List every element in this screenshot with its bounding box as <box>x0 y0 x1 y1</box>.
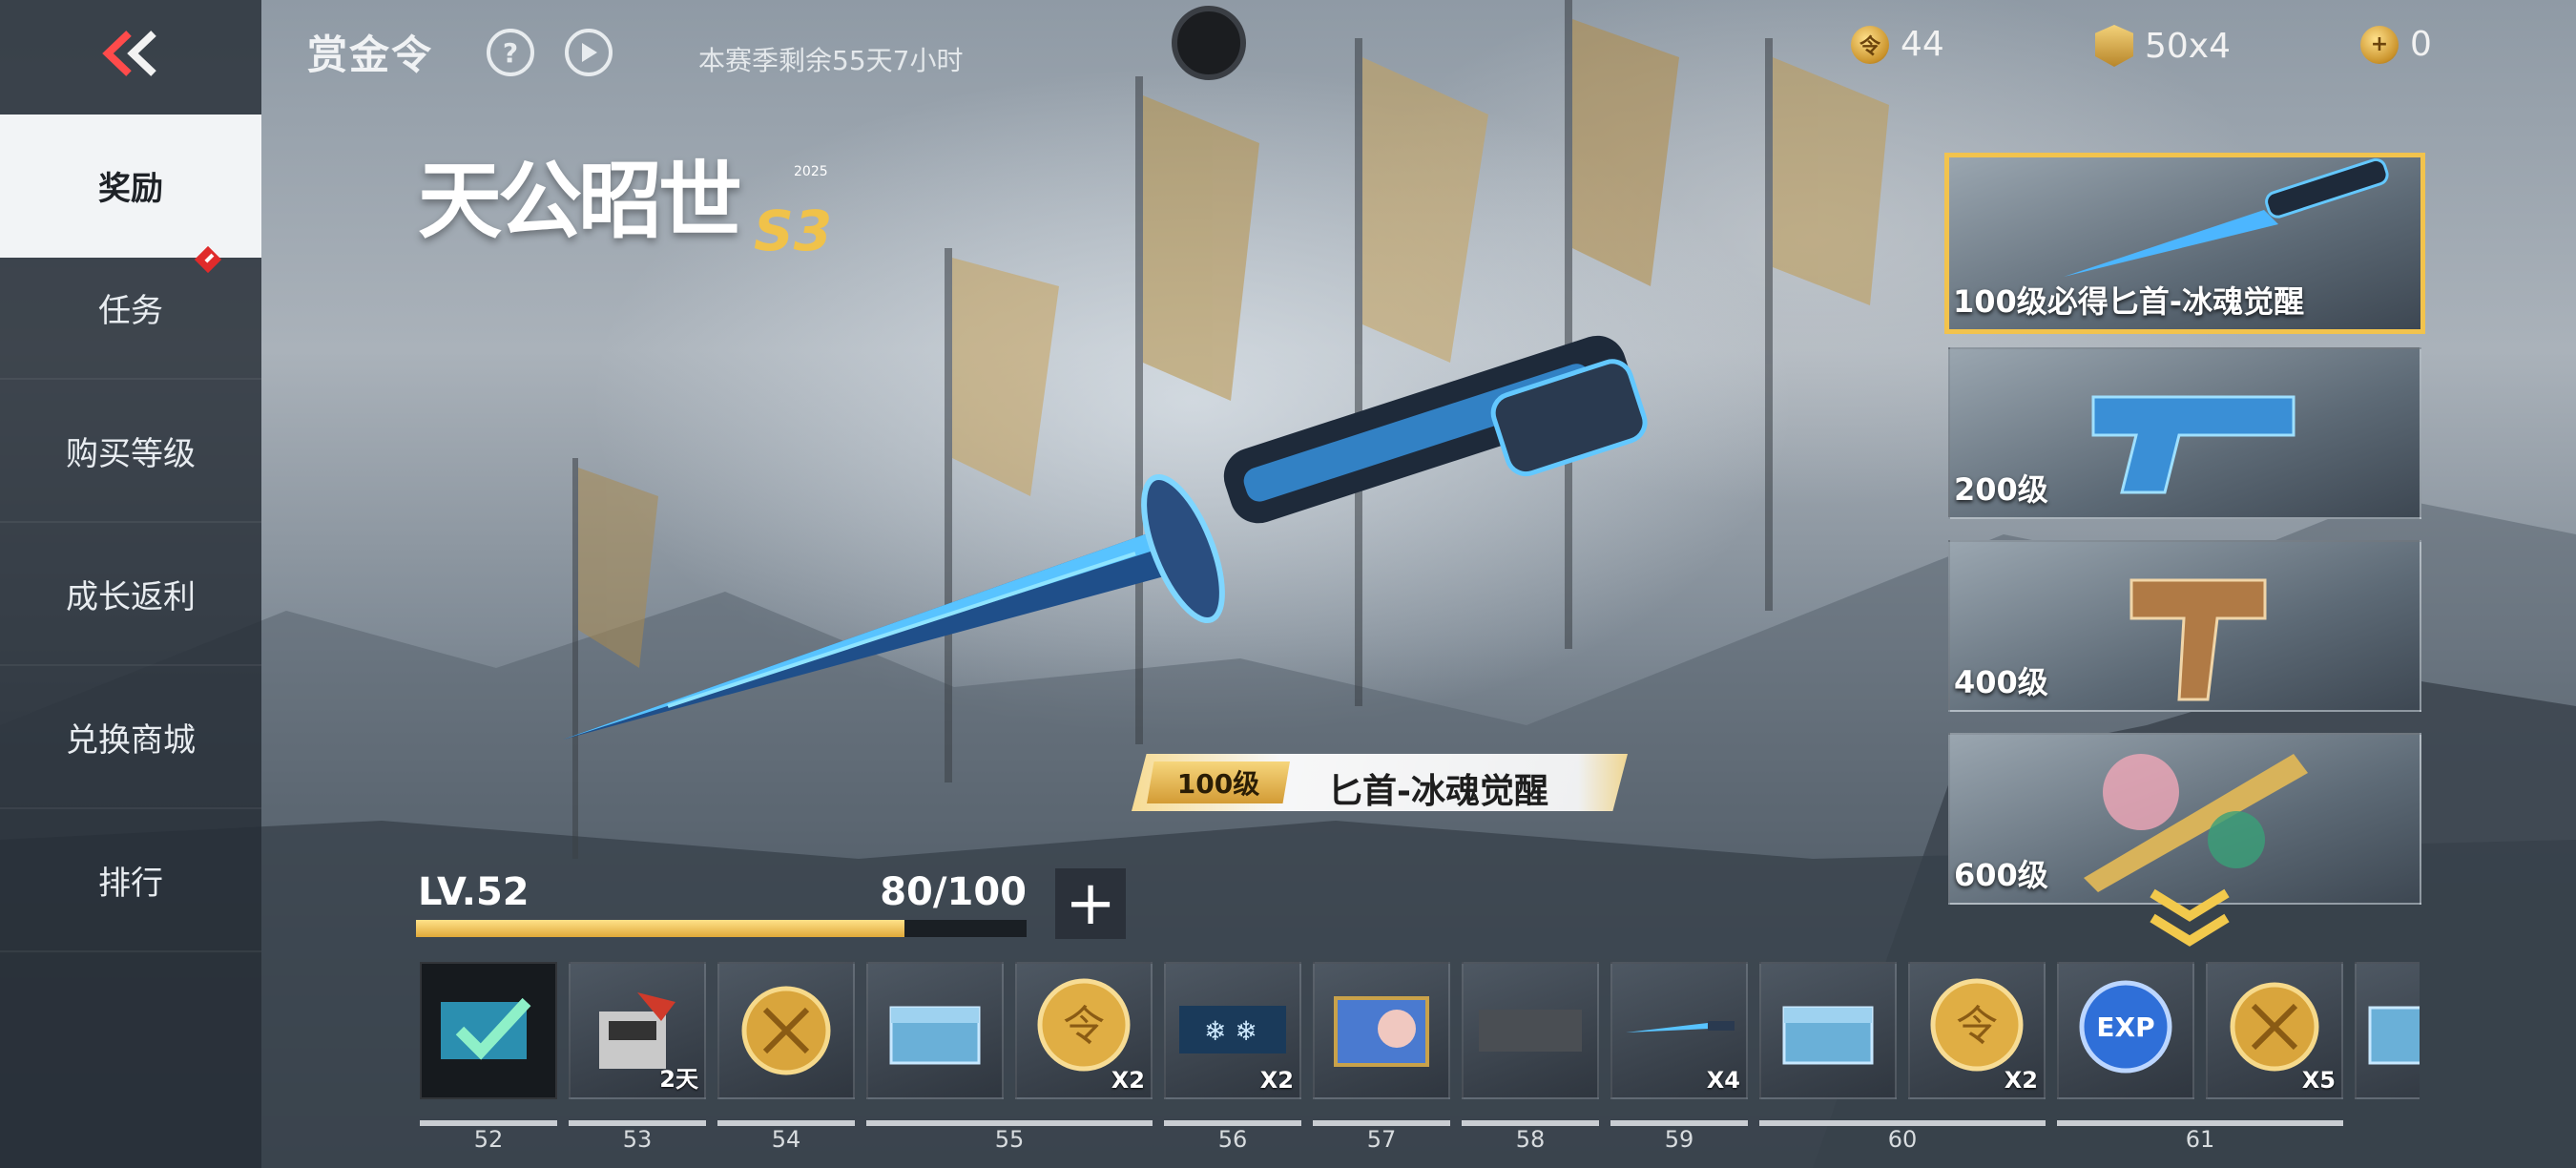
reward-slot[interactable] <box>717 962 855 1099</box>
level-progress-text: 80/100 <box>880 870 1027 914</box>
play-button[interactable] <box>565 29 613 76</box>
level-number: 60 <box>1887 1126 1918 1153</box>
level-number: 56 <box>1217 1126 1248 1153</box>
season-remaining-text: 本赛季剩余55天7小时 <box>698 45 964 76</box>
preview-label: 600级 <box>1954 857 2048 893</box>
preview-card-selected[interactable]: 100级必得匕首-冰魂觉醒 <box>1944 153 2425 334</box>
sidebar-item-label: 奖励 <box>98 169 163 208</box>
sidebar-item-label: 购买等级 <box>66 434 196 473</box>
level-label: LV.52 <box>418 870 530 914</box>
preview-card[interactable]: 400级 <box>1948 540 2421 712</box>
slot-quantity: X2 <box>1111 1067 1145 1094</box>
back-button[interactable] <box>0 0 261 107</box>
back-chevron-icon <box>102 31 156 76</box>
reward-slot[interactable] <box>1313 962 1450 1099</box>
slot-quantity: X5 <box>2301 1067 2336 1094</box>
camera-cutout <box>1172 6 1246 80</box>
featured-level-tag: 100级 <box>1147 761 1290 803</box>
sidebar-item-growth-rebate[interactable]: 成长返利 <box>0 523 261 666</box>
currency-value: 50x4 <box>2145 26 2232 66</box>
svg-text:令: 令 <box>1956 1002 1998 1051</box>
currency-value: 44 <box>1901 25 1944 64</box>
dark-plate-icon <box>1479 1010 1582 1052</box>
plus-icon: + <box>1065 868 1116 939</box>
svg-text:❄ ❄: ❄ ❄ <box>1204 1015 1257 1047</box>
level-number: 54 <box>771 1126 801 1153</box>
svg-text:令: 令 <box>1063 1002 1105 1051</box>
svg-text:EXP: EXP <box>2096 1012 2154 1043</box>
level-progress: LV.52 80/100 <box>416 868 1027 941</box>
slot-quantity: X2 <box>1259 1067 1294 1094</box>
weapon-crate-icon <box>1782 1006 1874 1065</box>
reward-slot[interactable] <box>1759 962 1897 1099</box>
buy-level-button[interactable]: + <box>1055 868 1126 939</box>
help-button[interactable]: ? <box>487 29 534 76</box>
sidebar-item-label: 兑换商城 <box>66 720 196 760</box>
level-number: 55 <box>994 1126 1025 1153</box>
reward-slot[interactable] <box>1462 962 1599 1099</box>
featured-item-name: 匕首-冰魂觉醒 <box>1328 772 1548 811</box>
expand-chevron-icon[interactable] <box>2147 887 2233 949</box>
reward-slot[interactable]: 令 X2 <box>1015 962 1153 1099</box>
page-title: 赏金令 <box>307 31 434 78</box>
plus-coin-icon: + <box>2360 25 2399 64</box>
level-number: 52 <box>473 1126 504 1153</box>
reward-slot[interactable]: 令 X2 <box>1908 962 2046 1099</box>
reward-track[interactable]: 2天 令 X2 ❄ ❄ X2 X4 令 X2 EXP X5 52 53 54 5… <box>418 962 2420 1168</box>
preview-label: 100级必得匕首-冰魂觉醒 <box>1953 283 2305 320</box>
reward-slot[interactable]: EXP <box>2057 962 2194 1099</box>
preview-label: 200级 <box>1954 471 2048 508</box>
currency-plus-coin[interactable]: + 0 <box>2360 25 2432 64</box>
gold-coin-icon: 令 <box>1851 25 1889 64</box>
reward-slot[interactable] <box>866 962 1004 1099</box>
sidebar-item-label: 成长返利 <box>66 577 196 616</box>
badge-token-icon <box>2095 25 2133 67</box>
sidebar-item-tasks[interactable]: 任务 <box>0 237 261 380</box>
preview-label: 400级 <box>1954 664 2048 700</box>
weapon-crate-icon <box>2368 1006 2420 1065</box>
slot-quantity: 2天 <box>659 1066 698 1093</box>
currency-value: 0 <box>2410 25 2432 64</box>
character-card-icon <box>1334 996 1429 1067</box>
slot-quantity: X2 <box>2004 1067 2038 1094</box>
currency-gold[interactable]: 令 44 <box>1851 25 1944 64</box>
preview-card[interactable]: 600级 <box>1948 733 2421 905</box>
help-icon: ? <box>502 36 519 69</box>
slot-quantity: X4 <box>1706 1067 1740 1094</box>
level-number: 61 <box>2185 1126 2215 1153</box>
exp-card-icon: EXP <box>2079 980 2172 1074</box>
level-progress-track <box>416 920 1027 937</box>
level-number: 58 <box>1515 1126 1546 1153</box>
reward-slot[interactable] <box>420 962 557 1099</box>
reward-slot[interactable] <box>2355 962 2420 1099</box>
sidebar-item-ranking[interactable]: 排行 <box>0 809 261 952</box>
reward-slot[interactable]: X4 <box>1610 962 1748 1099</box>
reward-slot[interactable]: 2天 <box>569 962 706 1099</box>
level-number: 53 <box>622 1126 653 1153</box>
sidebar-item-buy-levels[interactable]: 购买等级 <box>0 380 261 523</box>
currency-badge[interactable]: 50x4 <box>2095 25 2231 67</box>
sidebar-item-exchange-shop[interactable]: 兑换商城 <box>0 666 261 809</box>
level-number: 59 <box>1664 1126 1694 1153</box>
season-logo: 天公昭世 <box>418 151 742 250</box>
reward-slot[interactable]: X5 <box>2206 962 2343 1099</box>
claimed-weapon-icon <box>441 997 531 1060</box>
level-number: 57 <box>1366 1126 1397 1153</box>
season-logo-number: S3 <box>754 198 833 263</box>
sidebar-item-label: 排行 <box>98 864 163 903</box>
reward-slot[interactable]: ❄ ❄ X2 <box>1164 962 1301 1099</box>
weapon-crate-icon <box>889 1006 981 1065</box>
play-icon <box>582 43 597 62</box>
sidebar-item-label: 任务 <box>98 291 163 330</box>
gold-token-icon <box>741 986 831 1075</box>
season-logo-year: 2025 <box>794 164 828 179</box>
preview-card[interactable]: 200级 <box>1948 347 2421 519</box>
level-progress-fill <box>416 920 904 937</box>
